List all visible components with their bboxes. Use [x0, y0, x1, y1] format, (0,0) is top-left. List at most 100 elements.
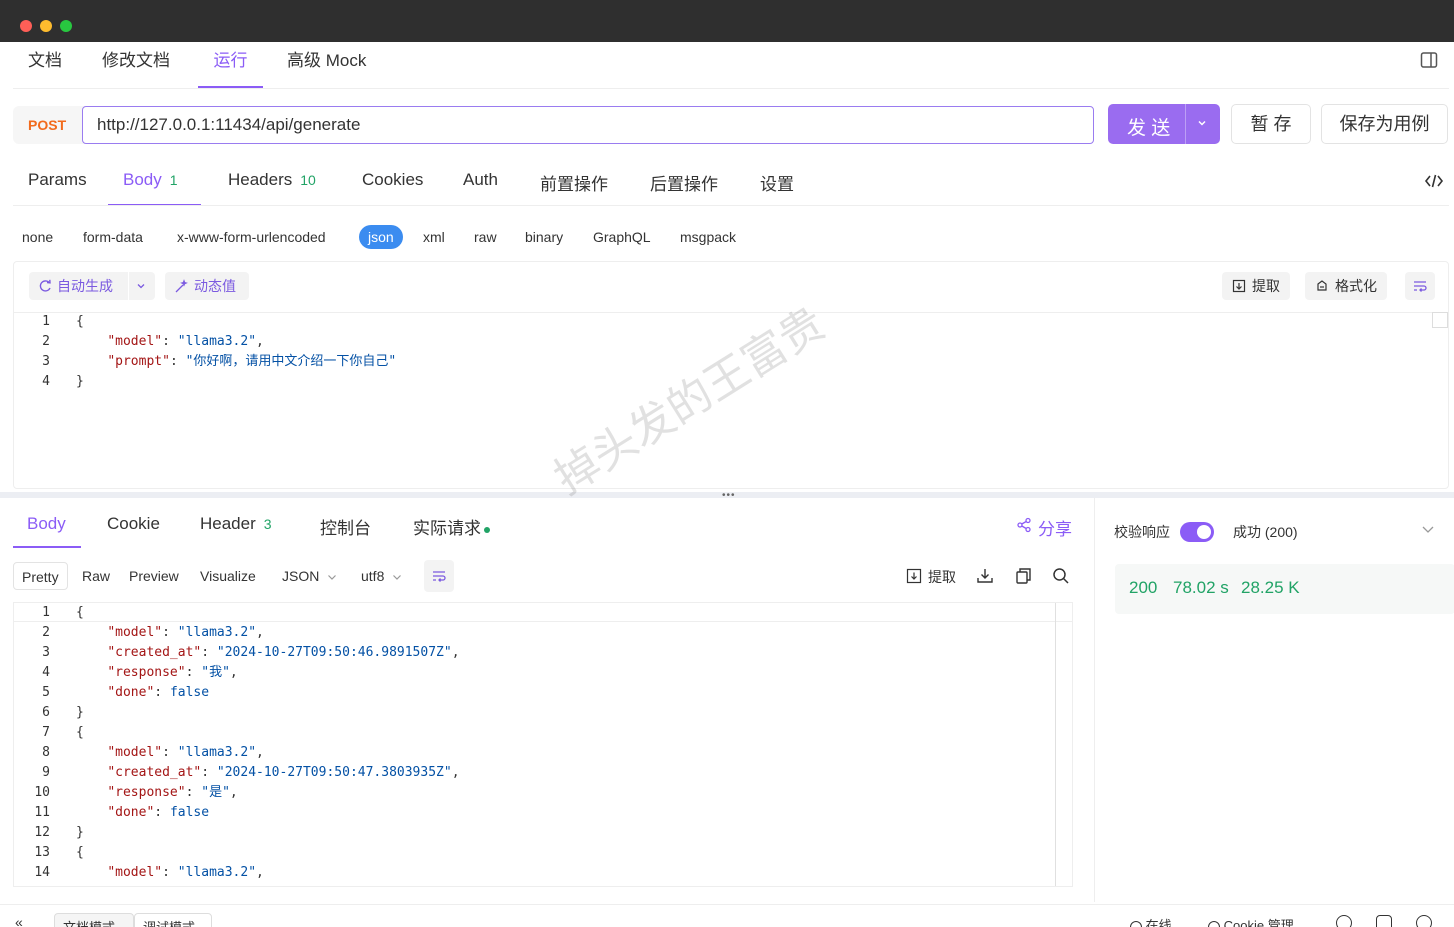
- share-button[interactable]: 分享: [1016, 515, 1072, 540]
- encoding-label: utf8: [361, 568, 385, 584]
- code-punct: [76, 625, 107, 640]
- body-type-msgpack[interactable]: msgpack: [680, 225, 736, 249]
- maximize-window-icon[interactable]: [60, 20, 72, 32]
- code-punct: [76, 665, 107, 680]
- tab-edit-docs[interactable]: 修改文档: [102, 50, 170, 88]
- tab-response-header[interactable]: Header 3: [200, 514, 272, 548]
- response-wrap-button[interactable]: [424, 560, 454, 592]
- format-visualize[interactable]: Visualize: [200, 562, 256, 590]
- format-button[interactable]: 格式化: [1305, 272, 1387, 300]
- format-pretty[interactable]: Pretty: [13, 562, 68, 590]
- send-button[interactable]: 发 送: [1108, 104, 1220, 144]
- validate-toggle[interactable]: [1180, 522, 1214, 542]
- debug-mode-button[interactable]: 调试模式: [134, 913, 212, 927]
- json-key: "prompt": [107, 354, 170, 369]
- tab-run[interactable]: 运行: [198, 50, 263, 88]
- tab-label: Body: [123, 170, 162, 189]
- cookie-management-label: Cookie 管理: [1223, 918, 1294, 927]
- body-type-json[interactable]: json: [359, 225, 403, 249]
- content-type-select[interactable]: JSON: [282, 562, 337, 590]
- request-body-code[interactable]: 1 {2 "model": "llama3.2", 3 "prompt": "你好啊…: [14, 312, 1434, 488]
- tab-body[interactable]: Body 1: [108, 170, 201, 206]
- tab-pre-ops[interactable]: 前置操作: [540, 170, 608, 206]
- wrap-lines-icon: [431, 568, 447, 584]
- copy-icon[interactable]: [1014, 567, 1032, 585]
- tab-label: 控制台: [320, 519, 371, 538]
- dynamic-value-button[interactable]: 动态值: [165, 272, 249, 300]
- share-label: 分享: [1038, 520, 1072, 539]
- code-punct: :: [201, 645, 217, 660]
- code-view-icon[interactable]: [1424, 172, 1444, 190]
- tab-auth[interactable]: Auth: [463, 170, 498, 206]
- json-key: "model": [107, 334, 163, 349]
- line-number: 7: [42, 725, 50, 740]
- scrollbar-track[interactable]: [1055, 603, 1056, 886]
- code-line: {: [76, 603, 84, 623]
- tab-label: 后置操作: [650, 175, 718, 194]
- tab-params[interactable]: Params: [28, 170, 87, 206]
- body-type-none[interactable]: none: [22, 225, 53, 249]
- status-text: 成功 (200): [1233, 524, 1298, 540]
- plugin-icon[interactable]: [1376, 915, 1392, 927]
- tab-response-cookie[interactable]: Cookie: [107, 514, 160, 548]
- body-type-xml[interactable]: xml: [423, 225, 445, 249]
- body-type-raw[interactable]: raw: [474, 225, 497, 249]
- close-window-icon[interactable]: [20, 20, 32, 32]
- chevron-down-icon[interactable]: [136, 272, 146, 300]
- tab-actual-request[interactable]: 实际请求: [413, 514, 490, 548]
- body-type-graphql[interactable]: GraphQL: [593, 225, 651, 249]
- code-punct: [76, 334, 107, 349]
- code-punct: [76, 645, 107, 660]
- method-select[interactable]: POST: [28, 117, 66, 133]
- code-punct: ,: [451, 645, 460, 660]
- wrap-lines-button[interactable]: [1405, 272, 1435, 300]
- panel-layout-icon[interactable]: [1420, 51, 1438, 69]
- json-value: false: [169, 805, 210, 820]
- footer-bar: « 文档模式 调试模式 在线 Cookie 管理: [0, 904, 1454, 927]
- response-body-code[interactable]: 1 {2 "model": "llama3.2", 3 "created_at": …: [14, 603, 1054, 886]
- code-line: "model": "llama3.2",: [76, 743, 264, 763]
- format-raw[interactable]: Raw: [82, 562, 110, 590]
- header-count-badge: 3: [263, 516, 272, 532]
- tab-label: 实际请求: [413, 519, 481, 538]
- tab-advanced-mock[interactable]: 高级 Mock: [287, 50, 366, 88]
- drag-handle-icon[interactable]: •••: [722, 490, 736, 501]
- tab-label: Body: [27, 514, 66, 533]
- encoding-select[interactable]: utf8: [361, 562, 402, 590]
- body-type-binary[interactable]: binary: [525, 225, 563, 249]
- download-icon[interactable]: [976, 567, 994, 585]
- url-input[interactable]: [82, 106, 1094, 144]
- code-line: }: [76, 823, 84, 843]
- upload-icon[interactable]: [1336, 915, 1352, 927]
- tab-docs[interactable]: 文档: [28, 50, 62, 88]
- tab-response-body[interactable]: Body: [13, 514, 81, 548]
- auto-generate-button[interactable]: 自动生成: [29, 272, 155, 300]
- tab-console[interactable]: 控制台: [320, 514, 371, 548]
- tab-settings[interactable]: 设置: [760, 170, 794, 206]
- save-as-case-button[interactable]: 保存为用例: [1321, 104, 1448, 144]
- help-icon[interactable]: [1416, 915, 1432, 927]
- line-number: 10: [34, 785, 50, 800]
- chevron-down-icon[interactable]: [1197, 118, 1207, 128]
- search-icon[interactable]: [1052, 567, 1070, 585]
- line-number: 4: [42, 374, 50, 389]
- tab-headers[interactable]: Headers 10: [228, 170, 316, 206]
- json-key: "response": [107, 785, 186, 800]
- chevron-down-icon[interactable]: [1421, 522, 1435, 536]
- tab-cookies[interactable]: Cookies: [362, 170, 423, 206]
- body-type-urlencoded[interactable]: x-www-form-urlencoded: [177, 225, 326, 249]
- cookie-management-button[interactable]: Cookie 管理: [1208, 915, 1294, 927]
- minimize-window-icon[interactable]: [40, 20, 52, 32]
- doc-mode-button[interactable]: 文档模式: [54, 913, 134, 927]
- response-extract-button[interactable]: 提取: [906, 567, 956, 587]
- code-line: "done": false: [76, 683, 209, 703]
- online-status[interactable]: 在线: [1130, 915, 1172, 927]
- code-punct: :: [169, 354, 186, 369]
- collapse-sidebar-icon[interactable]: «: [15, 914, 23, 927]
- tab-post-ops[interactable]: 后置操作: [650, 170, 718, 206]
- format-preview[interactable]: Preview: [129, 562, 179, 590]
- body-type-form-data[interactable]: form-data: [83, 225, 143, 249]
- save-temp-button[interactable]: 暂 存: [1231, 104, 1311, 144]
- extract-button[interactable]: 提取: [1222, 272, 1290, 300]
- tab-label: Params: [28, 170, 87, 189]
